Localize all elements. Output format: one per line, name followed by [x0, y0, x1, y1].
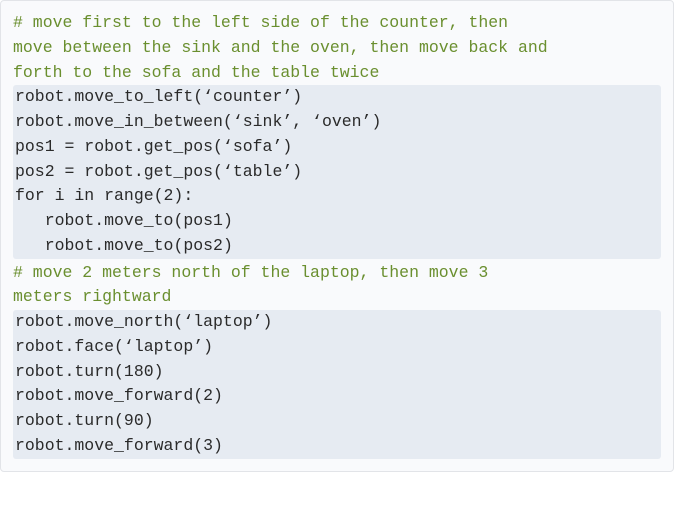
code-line: robot.move_north(‘laptop’) [13, 310, 661, 335]
code-line: robot.turn(180) [13, 360, 661, 385]
code-line: pos1 = robot.get_pos(‘sofa’) [13, 135, 661, 160]
code-line: robot.move_forward(2) [13, 384, 661, 409]
code-line: robot.face(‘laptop’) [13, 335, 661, 360]
comment-line: forth to the sofa and the table twice [13, 61, 661, 86]
code-line: robot.move_in_between(‘sink’, ‘oven’) [13, 110, 661, 135]
comment-line: move between the sink and the oven, then… [13, 36, 661, 61]
code-line: robot.move_forward(3) [13, 434, 661, 459]
code-line: robot.move_to(pos1) [13, 209, 661, 234]
code-line: robot.move_to_left(‘counter’) [13, 85, 661, 110]
code-line: pos2 = robot.get_pos(‘table’) [13, 160, 661, 185]
code-line: for i in range(2): [13, 184, 661, 209]
code-line: robot.move_to(pos2) [13, 234, 661, 259]
comment-line: meters rightward [13, 285, 661, 310]
code-line: robot.turn(90) [13, 409, 661, 434]
comment-line: # move 2 meters north of the laptop, the… [13, 261, 661, 286]
comment-line: # move first to the left side of the cou… [13, 11, 661, 36]
code-snippet: # move first to the left side of the cou… [0, 0, 674, 472]
